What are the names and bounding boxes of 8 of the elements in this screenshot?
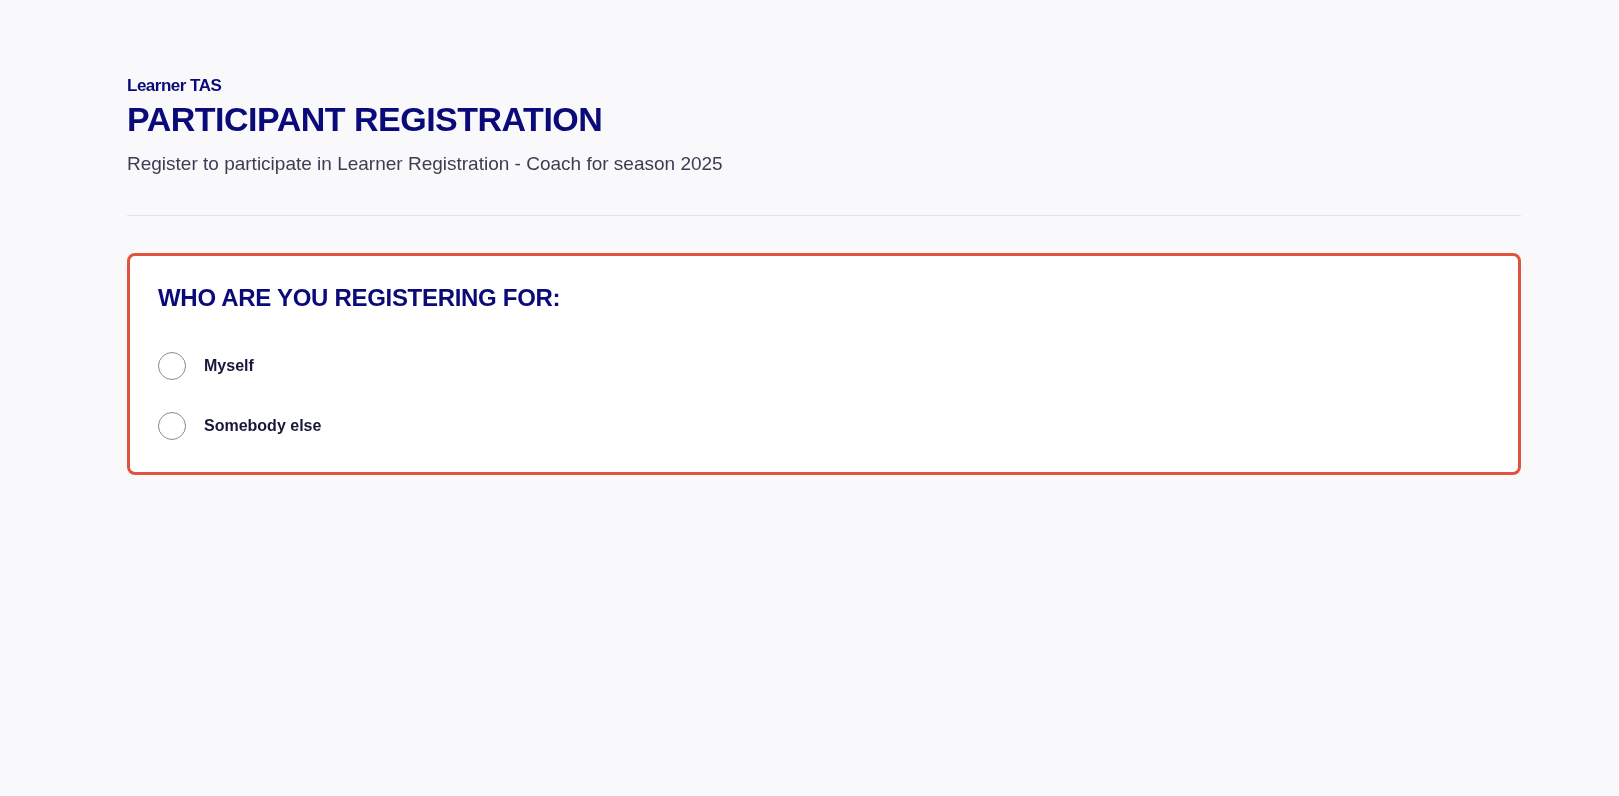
question-title: WHO ARE YOU REGISTERING FOR: [158, 284, 562, 312]
radio-button[interactable] [158, 352, 186, 380]
radio-button[interactable] [158, 412, 186, 440]
radio-label[interactable]: Myself [204, 357, 254, 375]
organization-name: Learner TAS [127, 76, 223, 96]
radio-label[interactable]: Somebody else [204, 417, 322, 435]
page-subtitle: Register to participate in Learner Registration - Coach for season 2025 [127, 153, 724, 175]
page-title: PARTICIPANT REGISTRATION [127, 100, 604, 139]
